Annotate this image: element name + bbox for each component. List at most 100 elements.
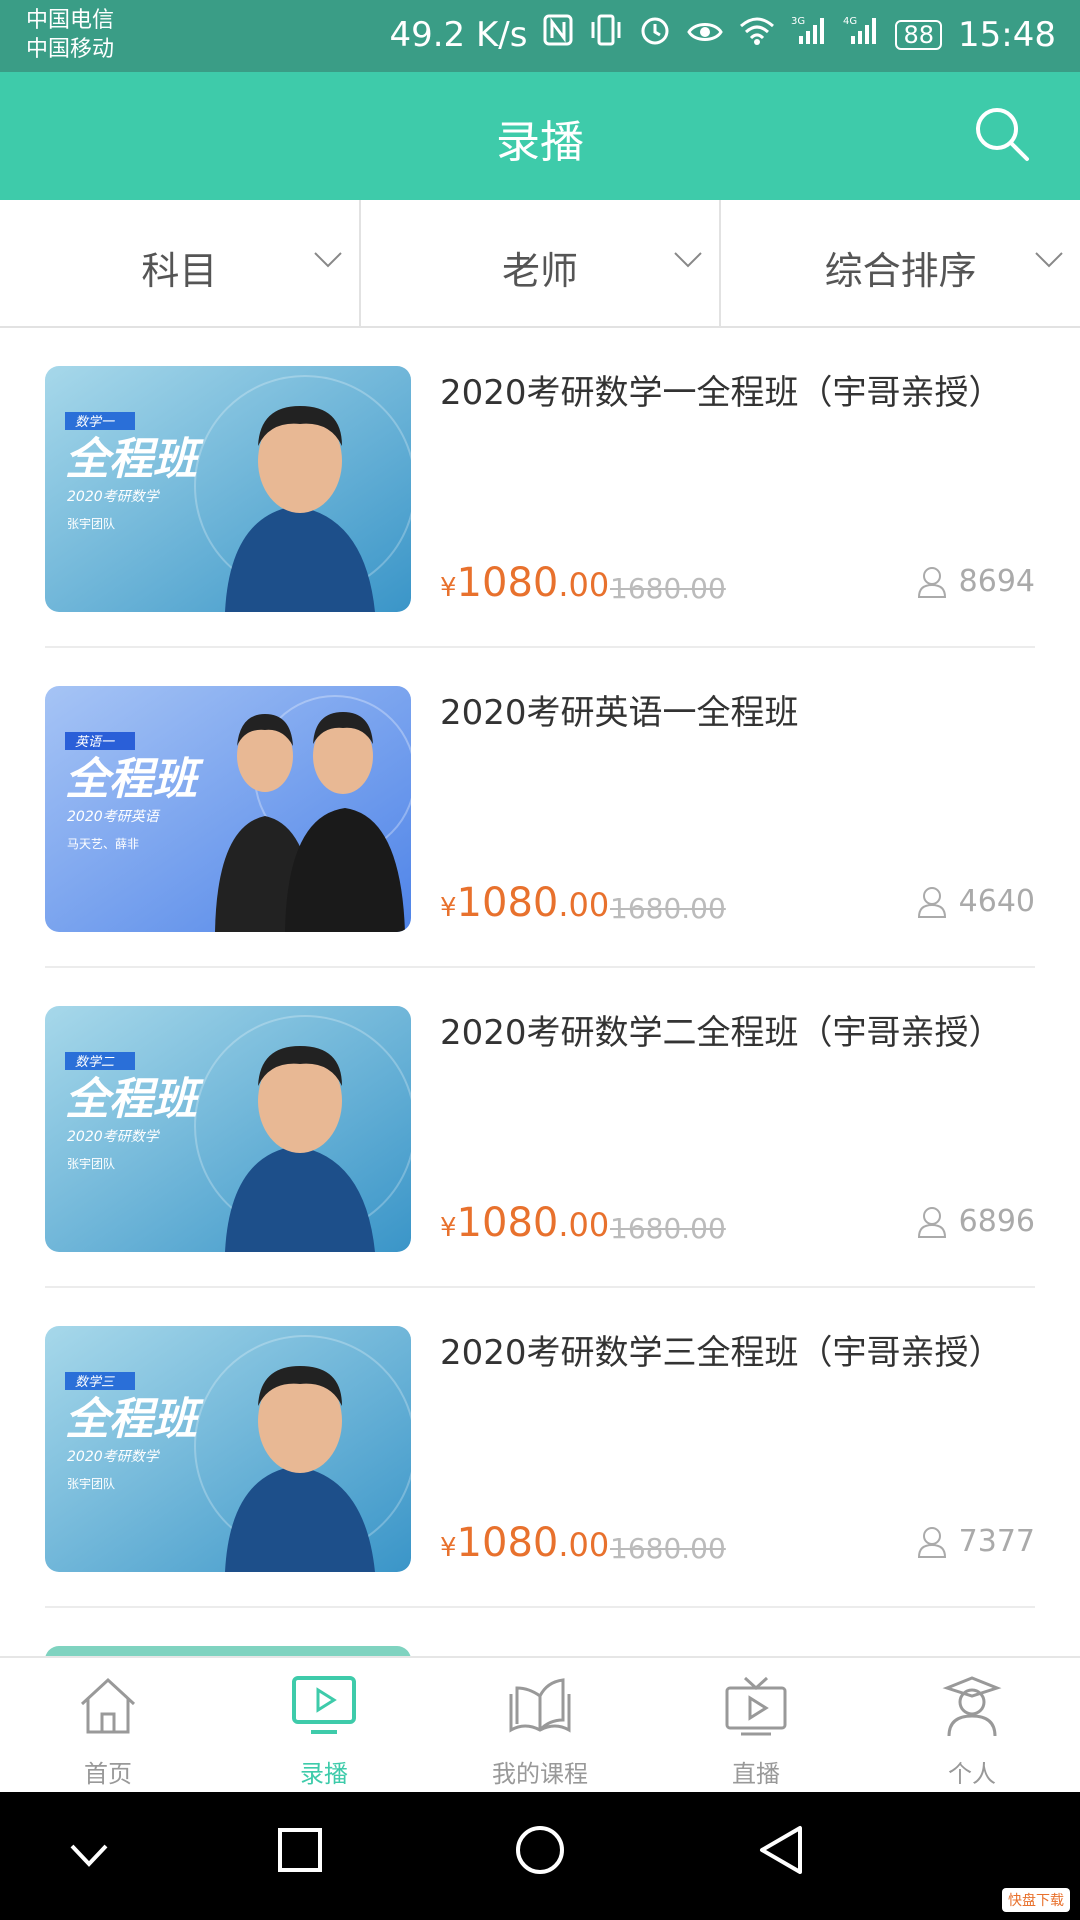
course-item[interactable]: 数学三 全程班 2020考研数学 张宇团队 2020考研数学三全程班（宇哥亲授）… xyxy=(45,1288,1035,1608)
original-price: 1680.00 xyxy=(610,1212,726,1245)
tab-profile[interactable]: 个人 xyxy=(864,1658,1080,1792)
course-title: 2020考研英语一全程班 xyxy=(440,693,799,733)
filter-bar: 科目 老师 综合排序 xyxy=(0,200,1080,328)
chevron-down-icon xyxy=(674,252,703,268)
nfc-icon xyxy=(543,14,573,55)
person-outline-icon xyxy=(917,1526,946,1558)
thumb-title: 全程班 xyxy=(65,754,204,805)
course-item[interactable]: 英语一 全程班 2020考研英语 马天艺、薛非 2020考研英语一全程班 ¥10… xyxy=(45,648,1035,968)
clock: 15:48 xyxy=(958,14,1056,55)
person-icon xyxy=(942,1676,1002,1737)
signal-4g-icon: 4G xyxy=(843,14,879,55)
svg-text:3G: 3G xyxy=(791,16,805,27)
filter-sort[interactable]: 综合排序 xyxy=(721,200,1080,326)
course-item[interactable]: 数学二 全程班 2020考研数学 张宇团队 2020考研数学二全程班（宇哥亲授）… xyxy=(45,968,1035,1288)
course-price: ¥1080.00 xyxy=(440,880,609,926)
page-title: 录播 xyxy=(496,117,584,168)
tab-label: 直播 xyxy=(732,1760,780,1788)
signal-3g-icon: 3G xyxy=(791,14,827,55)
wifi-icon xyxy=(739,15,775,55)
filter-label: 老师 xyxy=(502,249,579,293)
chevron-down-icon xyxy=(1035,252,1063,268)
carrier-1: 中国电信 xyxy=(26,8,115,33)
course-price: ¥1080.00 xyxy=(440,1200,609,1246)
thumb-subtitle: 2020考研数学 xyxy=(67,489,161,505)
course-item[interactable]: 数学一 全程班 2020考研数学 张宇团队 2020考研数学一全程班（宇哥亲授）… xyxy=(45,328,1035,648)
original-price: 1680.00 xyxy=(610,892,726,925)
person-outline-icon xyxy=(917,886,946,918)
thumb-tag: 英语一 xyxy=(75,735,115,750)
thumb-subtitle: 2020考研英语 xyxy=(67,809,161,825)
thumb-tag: 数学三 xyxy=(75,1374,115,1390)
course-title: 2020考研数学一全程班（宇哥亲授） xyxy=(440,373,1003,413)
search-button[interactable] xyxy=(972,104,1032,164)
book-icon xyxy=(509,1678,571,1733)
currency: ¥ xyxy=(440,1533,457,1563)
thumb-subtitle: 2020考研数学 xyxy=(67,1449,161,1465)
student-count: 7377 xyxy=(917,1524,1035,1559)
student-count-value: 4640 xyxy=(958,884,1035,919)
course-thumbnail xyxy=(45,1646,411,1656)
currency: ¥ xyxy=(440,1213,457,1243)
tab-label: 首页 xyxy=(84,1760,132,1788)
student-count-value: 8694 xyxy=(958,564,1035,599)
student-count-value: 7377 xyxy=(958,1524,1035,1559)
chevron-down-icon[interactable] xyxy=(66,1836,112,1876)
battery-icon: 88 xyxy=(895,19,943,50)
filter-subject[interactable]: 科目 xyxy=(0,200,361,326)
course-title: 2020考研数学二全程班（宇哥亲授） xyxy=(440,1013,1003,1053)
price-main: 1080 xyxy=(456,560,559,606)
eye-icon xyxy=(687,15,724,55)
status-icons: 49.2 K/s 3G 4G 88 15:48 xyxy=(389,14,1056,55)
original-price: 1680.00 xyxy=(610,572,726,605)
tab-label: 录播 xyxy=(300,1760,348,1788)
back-button[interactable] xyxy=(756,1824,806,1876)
student-count: 8694 xyxy=(917,564,1035,599)
tab-live[interactable]: 直播 xyxy=(648,1658,864,1792)
network-speed: 49.2 K/s xyxy=(389,14,528,55)
price-cents: .00 xyxy=(558,566,610,604)
video-play-icon xyxy=(292,1676,356,1734)
alarm-icon xyxy=(639,14,671,55)
thumb-title: 全程班 xyxy=(65,434,204,485)
price-main: 1080 xyxy=(456,880,559,926)
person-outline-icon xyxy=(917,1206,946,1238)
thumb-tag: 数学一 xyxy=(75,414,115,430)
thumb-title: 全程班 xyxy=(65,1074,204,1125)
thumb-title: 全程班 xyxy=(65,1394,204,1445)
price-cents: .00 xyxy=(558,1206,610,1244)
filter-teacher[interactable]: 老师 xyxy=(361,200,722,326)
vibrate-icon xyxy=(589,14,623,55)
currency: ¥ xyxy=(440,893,457,923)
thumb-team: 马天艺、薛非 xyxy=(67,837,139,851)
course-thumbnail: 数学二 全程班 2020考研数学 张宇团队 xyxy=(45,1006,411,1252)
tab-my-courses[interactable]: 我的课程 xyxy=(432,1658,648,1792)
person-outline-icon xyxy=(917,566,946,598)
tab-recorded[interactable]: 录播 xyxy=(216,1658,432,1792)
bottom-tab-bar: 首页 录播 我的课程 直播 个人 xyxy=(0,1656,1080,1792)
carrier-names: 中国电信 中国移动 xyxy=(26,6,114,64)
tv-live-icon xyxy=(725,1676,787,1736)
student-count: 6896 xyxy=(917,1204,1035,1239)
student-count: 4640 xyxy=(917,884,1035,919)
recent-apps-button[interactable] xyxy=(276,1826,324,1874)
chevron-down-icon xyxy=(313,252,342,268)
price-main: 1080 xyxy=(456,1200,559,1246)
original-price: 1680.00 xyxy=(610,1532,726,1565)
course-item[interactable] xyxy=(45,1608,1035,1656)
price-cents: .00 xyxy=(558,1526,610,1564)
home-button[interactable] xyxy=(514,1824,566,1876)
course-title: 2020考研数学三全程班（宇哥亲授） xyxy=(440,1333,1003,1373)
course-thumbnail: 英语一 全程班 2020考研英语 马天艺、薛非 xyxy=(45,686,411,932)
thumb-tag: 数学二 xyxy=(75,1054,115,1070)
tab-label: 个人 xyxy=(948,1760,996,1788)
tab-label: 我的课程 xyxy=(492,1760,588,1788)
course-thumbnail: 数学一 全程班 2020考研数学 张宇团队 xyxy=(45,366,411,612)
app-header: 录播 xyxy=(0,72,1080,200)
status-bar: 中国电信 中国移动 49.2 K/s 3G 4G 88 15:48 xyxy=(0,0,1080,72)
course-list: 数学一 全程班 2020考研数学 张宇团队 2020考研数学一全程班（宇哥亲授）… xyxy=(0,328,1080,1656)
watermark: 快盘下载 xyxy=(1002,1888,1070,1912)
price-cents: .00 xyxy=(558,886,610,924)
svg-text:4G: 4G xyxy=(843,16,857,27)
tab-home[interactable]: 首页 xyxy=(0,1658,216,1792)
